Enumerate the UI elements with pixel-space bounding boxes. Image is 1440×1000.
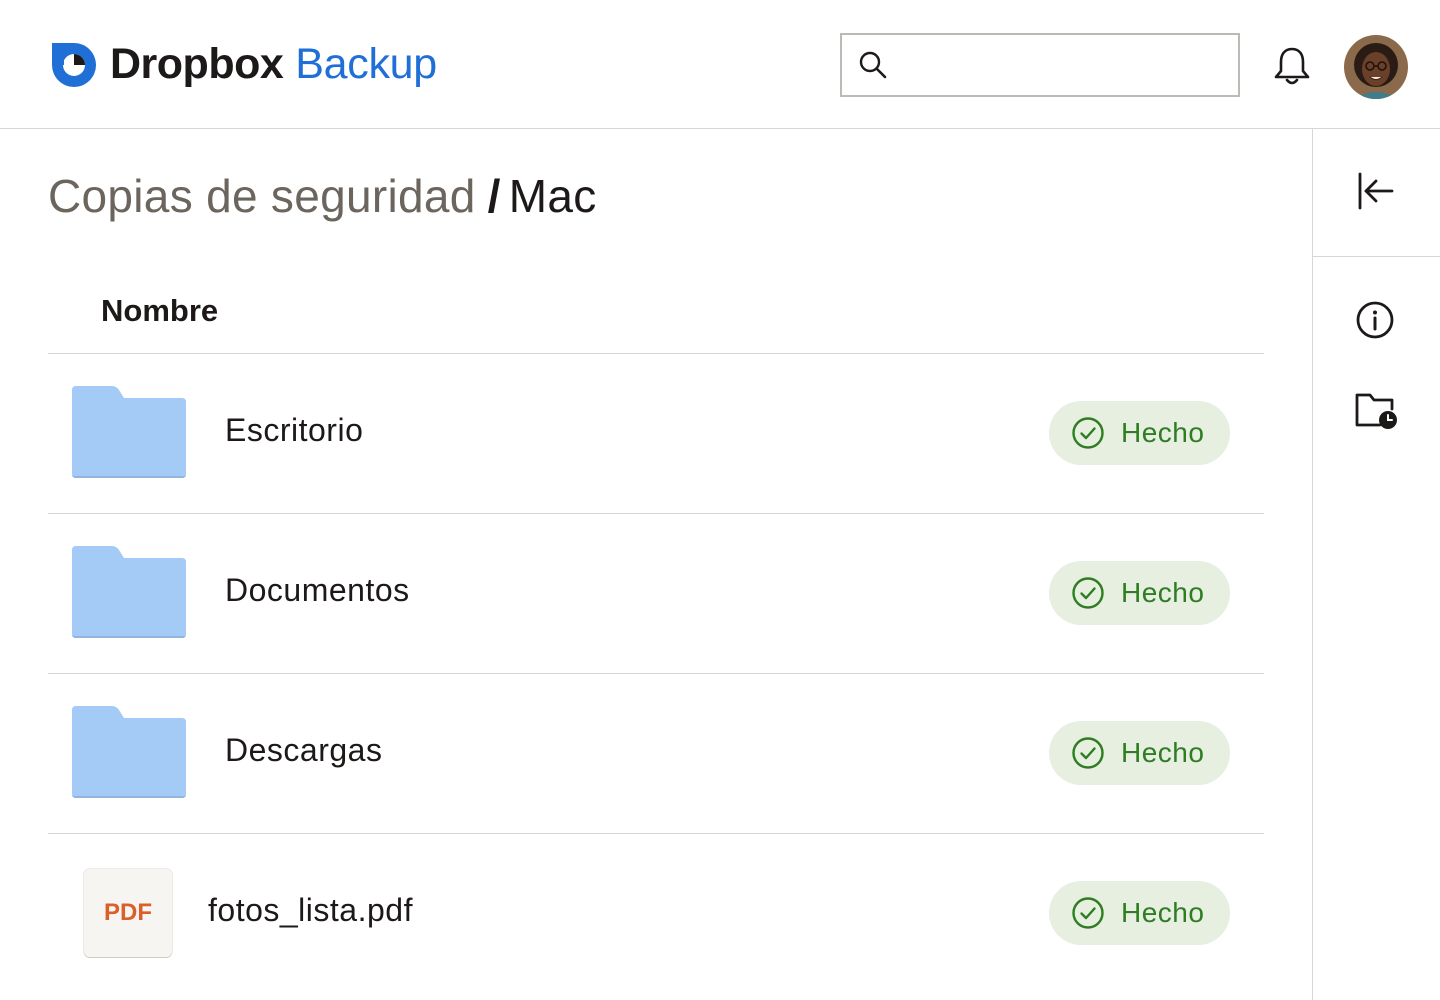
product-name: Backup [295, 40, 437, 88]
folder-clock-icon[interactable] [1354, 390, 1400, 432]
brand-logo[interactable]: Dropbox Backup [50, 40, 437, 89]
column-header-name[interactable]: Nombre [101, 293, 218, 329]
info-icon[interactable] [1355, 300, 1395, 340]
status-badge: Hecho [1049, 561, 1230, 625]
rail-divider [1313, 256, 1440, 257]
check-circle-icon [1072, 417, 1104, 449]
folder-icon [72, 706, 186, 798]
breadcrumb-separator: / [487, 170, 501, 222]
status-label: Hecho [1121, 737, 1205, 768]
table-row[interactable]: Descargas Hecho [48, 674, 1264, 834]
main-panel: Copias de seguridad / Mac Nombre Escritori… [0, 129, 1313, 1000]
breadcrumb-parent[interactable]: Copias de seguridad [48, 170, 476, 222]
check-circle-icon [1072, 577, 1104, 609]
user-avatar[interactable] [1344, 35, 1408, 99]
table-row[interactable]: PDF fotos_lista.pdf Hecho [48, 834, 1264, 993]
status-label: Hecho [1121, 897, 1205, 928]
collapse-panel-icon[interactable] [1354, 170, 1396, 212]
brand-name: Dropbox [110, 40, 284, 88]
breadcrumb: Copias de seguridad / Mac [48, 169, 597, 223]
table-row[interactable]: Escritorio Hecho [48, 354, 1264, 514]
row-name[interactable]: fotos_lista.pdf [208, 892, 413, 929]
search-icon [859, 51, 887, 79]
check-circle-icon [1072, 737, 1104, 769]
status-badge: Hecho [1049, 881, 1230, 945]
breadcrumb-current: Mac [508, 170, 597, 222]
folder-icon [72, 546, 186, 638]
pdf-file-icon: PDF [84, 869, 172, 957]
bell-icon[interactable] [1270, 44, 1314, 88]
status-badge: Hecho [1049, 401, 1230, 465]
status-label: Hecho [1121, 417, 1205, 448]
status-label: Hecho [1121, 577, 1205, 608]
dropbox-logo-icon [52, 42, 96, 87]
status-badge: Hecho [1049, 721, 1230, 785]
row-name[interactable]: Escritorio [225, 412, 363, 449]
row-name[interactable]: Documentos [225, 572, 410, 609]
app-header: Dropbox Backup [0, 0, 1440, 129]
search-box[interactable] [840, 33, 1240, 97]
folder-icon [72, 386, 186, 478]
search-input[interactable] [898, 43, 1222, 89]
row-name[interactable]: Descargas [225, 732, 382, 769]
check-circle-icon [1072, 897, 1104, 929]
avatar-image [1344, 35, 1408, 99]
table-row[interactable]: Documentos Hecho [48, 514, 1264, 674]
